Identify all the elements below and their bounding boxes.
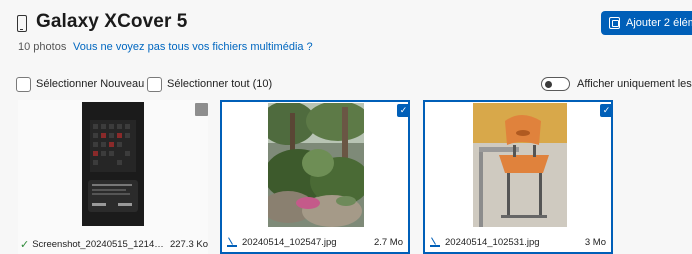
photo-tile[interactable]: ✓ Screenshot_20240515_121405_MT... 227.3…	[18, 100, 208, 254]
tile-footer: 20240514_102531.jpg 3 Mo	[425, 232, 611, 252]
select-new-checkbox[interactable]	[16, 77, 31, 92]
forest-thumbnail-image	[268, 103, 364, 227]
page-title: Galaxy XCover 5	[36, 11, 188, 32]
file-name: Screenshot_20240515_121405_MT...	[32, 238, 164, 250]
file-size: 227.3 Ko	[169, 238, 208, 250]
select-all-label: Sélectionner tout (10)	[167, 78, 273, 90]
missing-media-link[interactable]: Vous ne voyez pas tous vos fichiers mult…	[73, 41, 313, 53]
selected-checkbox[interactable]: ✓	[600, 104, 613, 117]
file-size: 3 Mo	[584, 236, 606, 248]
photo-tile[interactable]: ✓ 20240514_102531.jpg 3 Mo	[423, 100, 613, 254]
photo-count: 10 photos	[18, 41, 67, 53]
thumbnail	[268, 103, 364, 227]
tile-footer: 20240514_102547.jpg 2.7 Mo	[222, 232, 408, 252]
select-all-checkbox[interactable]	[147, 77, 162, 92]
file-size: 2.7 Mo	[373, 236, 403, 248]
show-only-toggle[interactable]	[541, 77, 570, 91]
select-new-label: Sélectionner Nouveau (9)	[36, 78, 161, 90]
new-item-icon	[227, 237, 238, 248]
selection-checkbox-disabled	[195, 103, 208, 116]
new-item-icon	[430, 237, 441, 248]
add-items-button[interactable]: Ajouter 2 éléments	[601, 11, 692, 35]
file-name: 20240514_102547.jpg	[242, 236, 337, 248]
import-window: Galaxy XCover 5 10 photos Vous ne voyez …	[0, 0, 692, 254]
phone-icon	[17, 15, 27, 32]
tile-footer: ✓ Screenshot_20240515_121405_MT... 227.3…	[18, 234, 208, 254]
checkmark-icon: ✓	[20, 238, 30, 251]
add-items-label: Ajouter 2 éléments	[626, 17, 692, 29]
photo-tile[interactable]: ✓ 20240514_102547.jpg 2.7 Mo	[220, 100, 410, 254]
show-only-label: Afficher uniquement les élé	[577, 78, 692, 90]
thumbnail	[82, 102, 144, 226]
add-items-icon	[609, 17, 620, 29]
selected-checkbox[interactable]: ✓	[397, 104, 410, 117]
screenshot-thumbnail-image	[82, 102, 144, 226]
thumbnail	[473, 103, 567, 227]
chair-thumbnail-image	[473, 103, 567, 227]
file-name: 20240514_102531.jpg	[445, 236, 540, 248]
